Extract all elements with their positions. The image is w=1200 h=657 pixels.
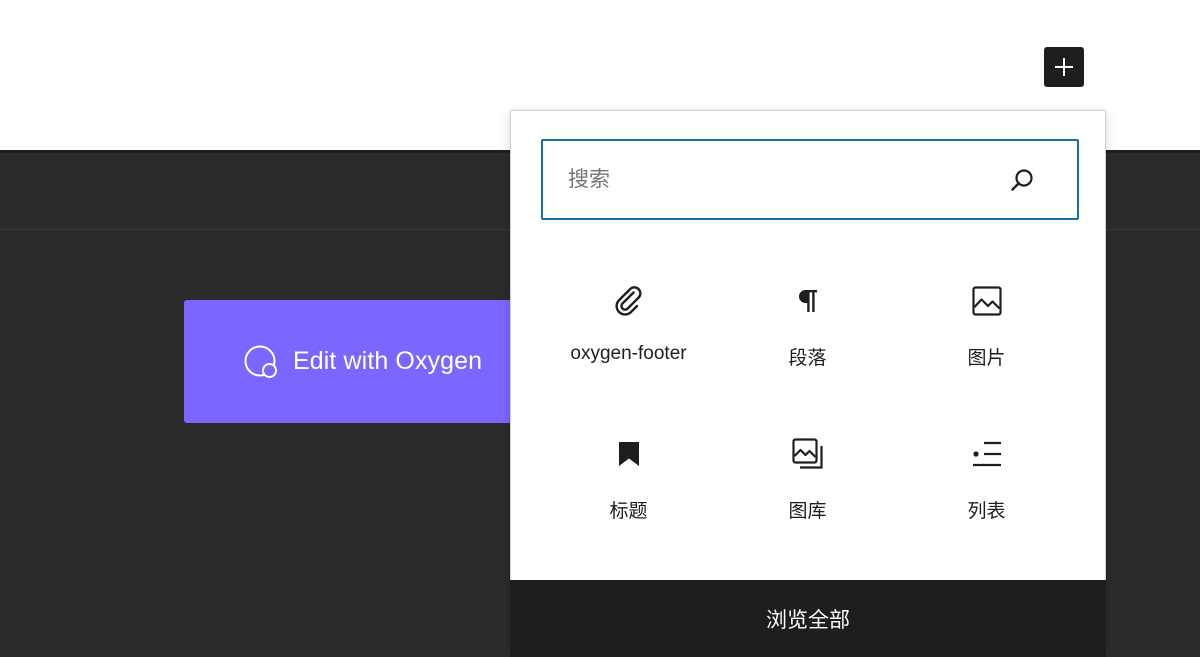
block-grid: oxygen-footer 段落 图片 标题 图库 列表 xyxy=(539,265,1076,571)
block-inserter-popover: oxygen-footer 段落 图片 xyxy=(510,110,1106,657)
block-label: 段落 xyxy=(788,348,827,369)
block-label: 图库 xyxy=(788,501,827,522)
paperclip-icon xyxy=(611,283,647,319)
edit-with-oxygen-button[interactable]: Edit with Oxygen xyxy=(184,300,524,423)
block-item-oxygen-footer[interactable]: oxygen-footer xyxy=(539,265,718,418)
block-item-image[interactable]: 图片 xyxy=(897,265,1076,418)
block-label: 图片 xyxy=(967,348,1006,369)
gallery-icon xyxy=(790,436,826,472)
plus-icon xyxy=(1052,55,1076,79)
list-icon xyxy=(969,436,1005,472)
search-box xyxy=(541,139,1079,220)
block-label: oxygen-footer xyxy=(570,343,687,364)
block-label: 标题 xyxy=(609,501,648,522)
editor-page: Edit with Oxygen oxygen-footer xyxy=(0,0,1200,657)
block-item-gallery[interactable]: 图库 xyxy=(718,418,897,571)
search-input[interactable] xyxy=(543,141,1007,218)
edit-with-oxygen-label: Edit with Oxygen xyxy=(293,347,483,375)
block-inserter-toggle-button[interactable] xyxy=(1044,47,1084,87)
image-icon xyxy=(969,283,1005,319)
block-item-paragraph[interactable]: 段落 xyxy=(718,265,897,418)
bookmark-icon xyxy=(611,436,647,472)
paragraph-icon xyxy=(790,283,826,319)
browse-all-button[interactable]: 浏览全部 xyxy=(510,580,1106,657)
block-item-heading[interactable]: 标题 xyxy=(539,418,718,571)
block-item-list[interactable]: 列表 xyxy=(897,418,1076,571)
oxygen-logo-icon xyxy=(243,344,279,380)
block-label: 列表 xyxy=(967,501,1006,522)
search-icon[interactable] xyxy=(1007,165,1037,195)
